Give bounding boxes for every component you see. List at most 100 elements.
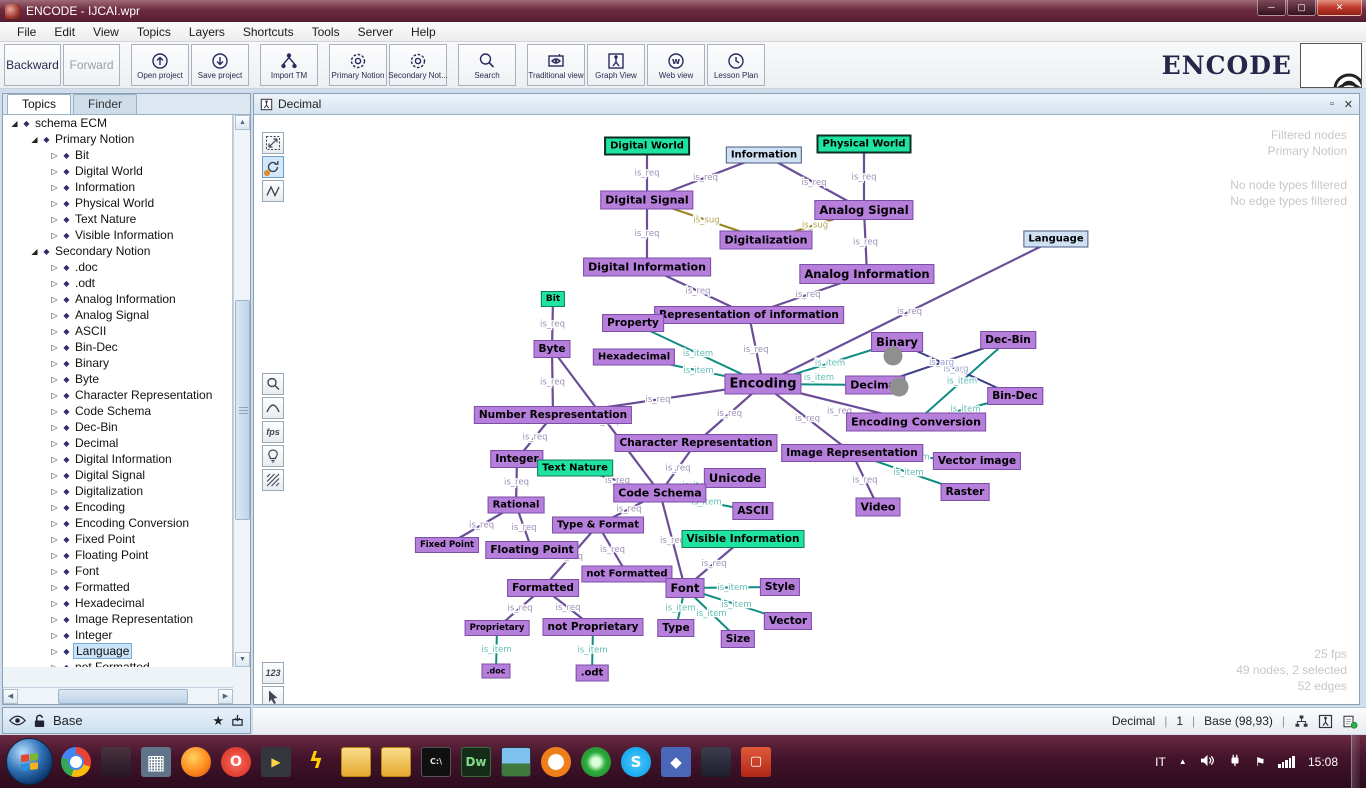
tree-item-character-representation[interactable]: ▷◆Character Representation (3, 387, 232, 403)
graph-node-raster[interactable]: Raster (941, 483, 990, 501)
open-project-button[interactable]: Open project (131, 44, 189, 86)
graph-node-info[interactable]: Information (726, 147, 802, 164)
graph-node-font[interactable]: Font (666, 578, 705, 598)
expand-arrow-icon[interactable]: ▷ (49, 551, 60, 560)
graph-node-type[interactable]: Type (657, 619, 694, 637)
maximize-button[interactable]: ▢ (1287, 0, 1316, 16)
tree-item-image-representation[interactable]: ▷◆Image Representation (3, 611, 232, 627)
graph-node-video[interactable]: Video (856, 498, 901, 517)
expand-arrow-icon[interactable]: ▷ (49, 663, 60, 668)
rotate-layout-icon[interactable] (262, 156, 284, 178)
tree-item-ascii[interactable]: ▷◆ASCII (3, 323, 232, 339)
collapse-arrow-icon[interactable]: ◢ (29, 247, 40, 256)
minimize-button[interactable]: ─ (1257, 0, 1286, 16)
expand-arrow-icon[interactable]: ▷ (49, 391, 60, 400)
tray-expand-icon[interactable]: ▲ (1179, 757, 1187, 766)
tree-item-bin-dec[interactable]: ▷◆Bin-Dec (3, 339, 232, 355)
graph-node-floatpt[interactable]: Floating Point (485, 541, 578, 559)
graph-view-button[interactable]: Graph View (587, 44, 645, 86)
tree-item-encoding-conversion[interactable]: ▷◆Encoding Conversion (3, 515, 232, 531)
graph-node-dw[interactable]: Digital World (604, 137, 690, 156)
graph-node-prop[interactable]: Property (602, 314, 664, 332)
graph-node-textnat[interactable]: Text Nature (537, 460, 613, 477)
primary-notion-button[interactable]: Primary Notion (329, 44, 387, 86)
folder-icon-2[interactable] (381, 747, 411, 777)
graph-node-codesch[interactable]: Code Schema (613, 484, 706, 503)
expand-arrow-icon[interactable]: ▷ (49, 327, 60, 336)
graph-node-ainf[interactable]: Analog Information (799, 264, 934, 284)
image-editor-icon[interactable] (501, 747, 531, 777)
graph-node-charrep[interactable]: Character Representation (614, 434, 777, 452)
graph-canvas[interactable]: is_reqis_reqis_reqis_reqis_reqis_reqis_s… (254, 115, 1359, 704)
graph-node-style[interactable]: Style (760, 578, 800, 596)
layer-name[interactable]: Base (53, 713, 83, 728)
graph-node-doc[interactable]: .doc (481, 664, 510, 679)
graph-node-vector[interactable]: Vector (764, 612, 812, 630)
expand-arrow-icon[interactable]: ▷ (49, 519, 60, 528)
collapse-arrow-icon[interactable]: ◢ (29, 135, 40, 144)
graph-node-typefmt[interactable]: Type & Format (552, 517, 644, 534)
firefox-icon[interactable] (181, 747, 211, 777)
import-tm-button[interactable]: Import TM (260, 44, 318, 86)
expand-arrow-icon[interactable]: ▷ (49, 199, 60, 208)
clock[interactable]: 15:08 (1308, 755, 1338, 769)
menu-edit[interactable]: Edit (45, 23, 84, 41)
graph-node-size[interactable]: Size (721, 630, 755, 648)
graph-node-pw[interactable]: Physical World (817, 135, 912, 154)
graph-node-rational[interactable]: Rational (488, 497, 545, 514)
layer-export-icon[interactable] (231, 714, 244, 727)
expand-arrow-icon[interactable]: ▷ (49, 631, 60, 640)
tree-item--odt[interactable]: ▷◆.odt (3, 275, 232, 291)
web-view-button[interactable]: wWeb view (647, 44, 705, 86)
fit-view-icon[interactable] (262, 132, 284, 154)
media-player-icon[interactable]: ▶ (261, 747, 291, 777)
save-project-button[interactable]: Save project (191, 44, 249, 86)
network-signal-icon[interactable] (1278, 756, 1295, 768)
expand-arrow-icon[interactable]: ▷ (49, 615, 60, 624)
expand-arrow-icon[interactable]: ▷ (49, 599, 60, 608)
menu-file[interactable]: File (8, 23, 45, 41)
graph-node-repinfo[interactable]: Representation of information (654, 306, 844, 324)
expand-arrow-icon[interactable]: ▷ (49, 215, 60, 224)
tree-item-bit[interactable]: ▷◆Bit (3, 147, 232, 163)
graph-node-hex[interactable]: Hexadecimal (593, 349, 675, 366)
graph-node-vecimg[interactable]: Vector image (933, 452, 1021, 470)
graph-node-propr[interactable]: Proprietary (465, 620, 530, 636)
expand-arrow-icon[interactable]: ▷ (49, 455, 60, 464)
graph-node-imgrep[interactable]: Image Representation (781, 444, 923, 462)
layer-lock-icon[interactable] (33, 714, 46, 728)
scroll-down-arrow[interactable]: ▼ (235, 652, 250, 667)
expand-arrow-icon[interactable]: ▷ (49, 151, 60, 160)
tree-item-integer[interactable]: ▷◆Integer (3, 627, 232, 643)
status-hierarchy-icon[interactable] (1294, 714, 1309, 729)
zoom-icon[interactable] (262, 373, 284, 395)
graph-node-numrep[interactable]: Number Respresentation (474, 406, 632, 424)
menu-tools[interactable]: Tools (303, 23, 349, 41)
lightning-app-icon[interactable]: ϟ (301, 747, 331, 777)
expand-arrow-icon[interactable]: ▷ (49, 295, 60, 304)
expand-arrow-icon[interactable]: ▷ (49, 439, 60, 448)
tree-item--doc[interactable]: ▷◆.doc (3, 259, 232, 275)
graph-node-visinfo[interactable]: Visible Information (682, 530, 805, 548)
dreamweaver-icon[interactable]: Dw (461, 747, 491, 777)
expand-arrow-icon[interactable]: ▷ (49, 407, 60, 416)
secondary-not--button[interactable]: Secondary Not... (389, 44, 447, 86)
media-orange-icon[interactable] (541, 747, 571, 777)
tree-item-hexadecimal[interactable]: ▷◆Hexadecimal (3, 595, 232, 611)
dark-app-icon-2[interactable] (701, 747, 731, 777)
show-desktop-button[interactable] (1351, 735, 1360, 788)
tree-item-binary[interactable]: ▷◆Binary (3, 355, 232, 371)
pointer-tool-icon[interactable] (262, 686, 284, 704)
expand-arrow-icon[interactable]: ▷ (49, 487, 60, 496)
fps-toggle[interactable]: fps (262, 421, 284, 443)
status-export-icon[interactable] (1342, 714, 1358, 729)
expand-arrow-icon[interactable]: ▷ (49, 167, 60, 176)
expand-arrow-icon[interactable]: ▷ (49, 183, 60, 192)
scrollbar-thumb[interactable] (235, 300, 250, 520)
power-plug-icon[interactable] (1228, 753, 1242, 770)
graph-node-enc[interactable]: Encoding (724, 374, 801, 395)
expand-arrow-icon[interactable]: ▷ (49, 503, 60, 512)
tree-item-floating-point[interactable]: ▷◆Floating Point (3, 547, 232, 563)
chrome-icon[interactable] (61, 747, 91, 777)
tree-item-digital-signal[interactable]: ▷◆Digital Signal (3, 467, 232, 483)
